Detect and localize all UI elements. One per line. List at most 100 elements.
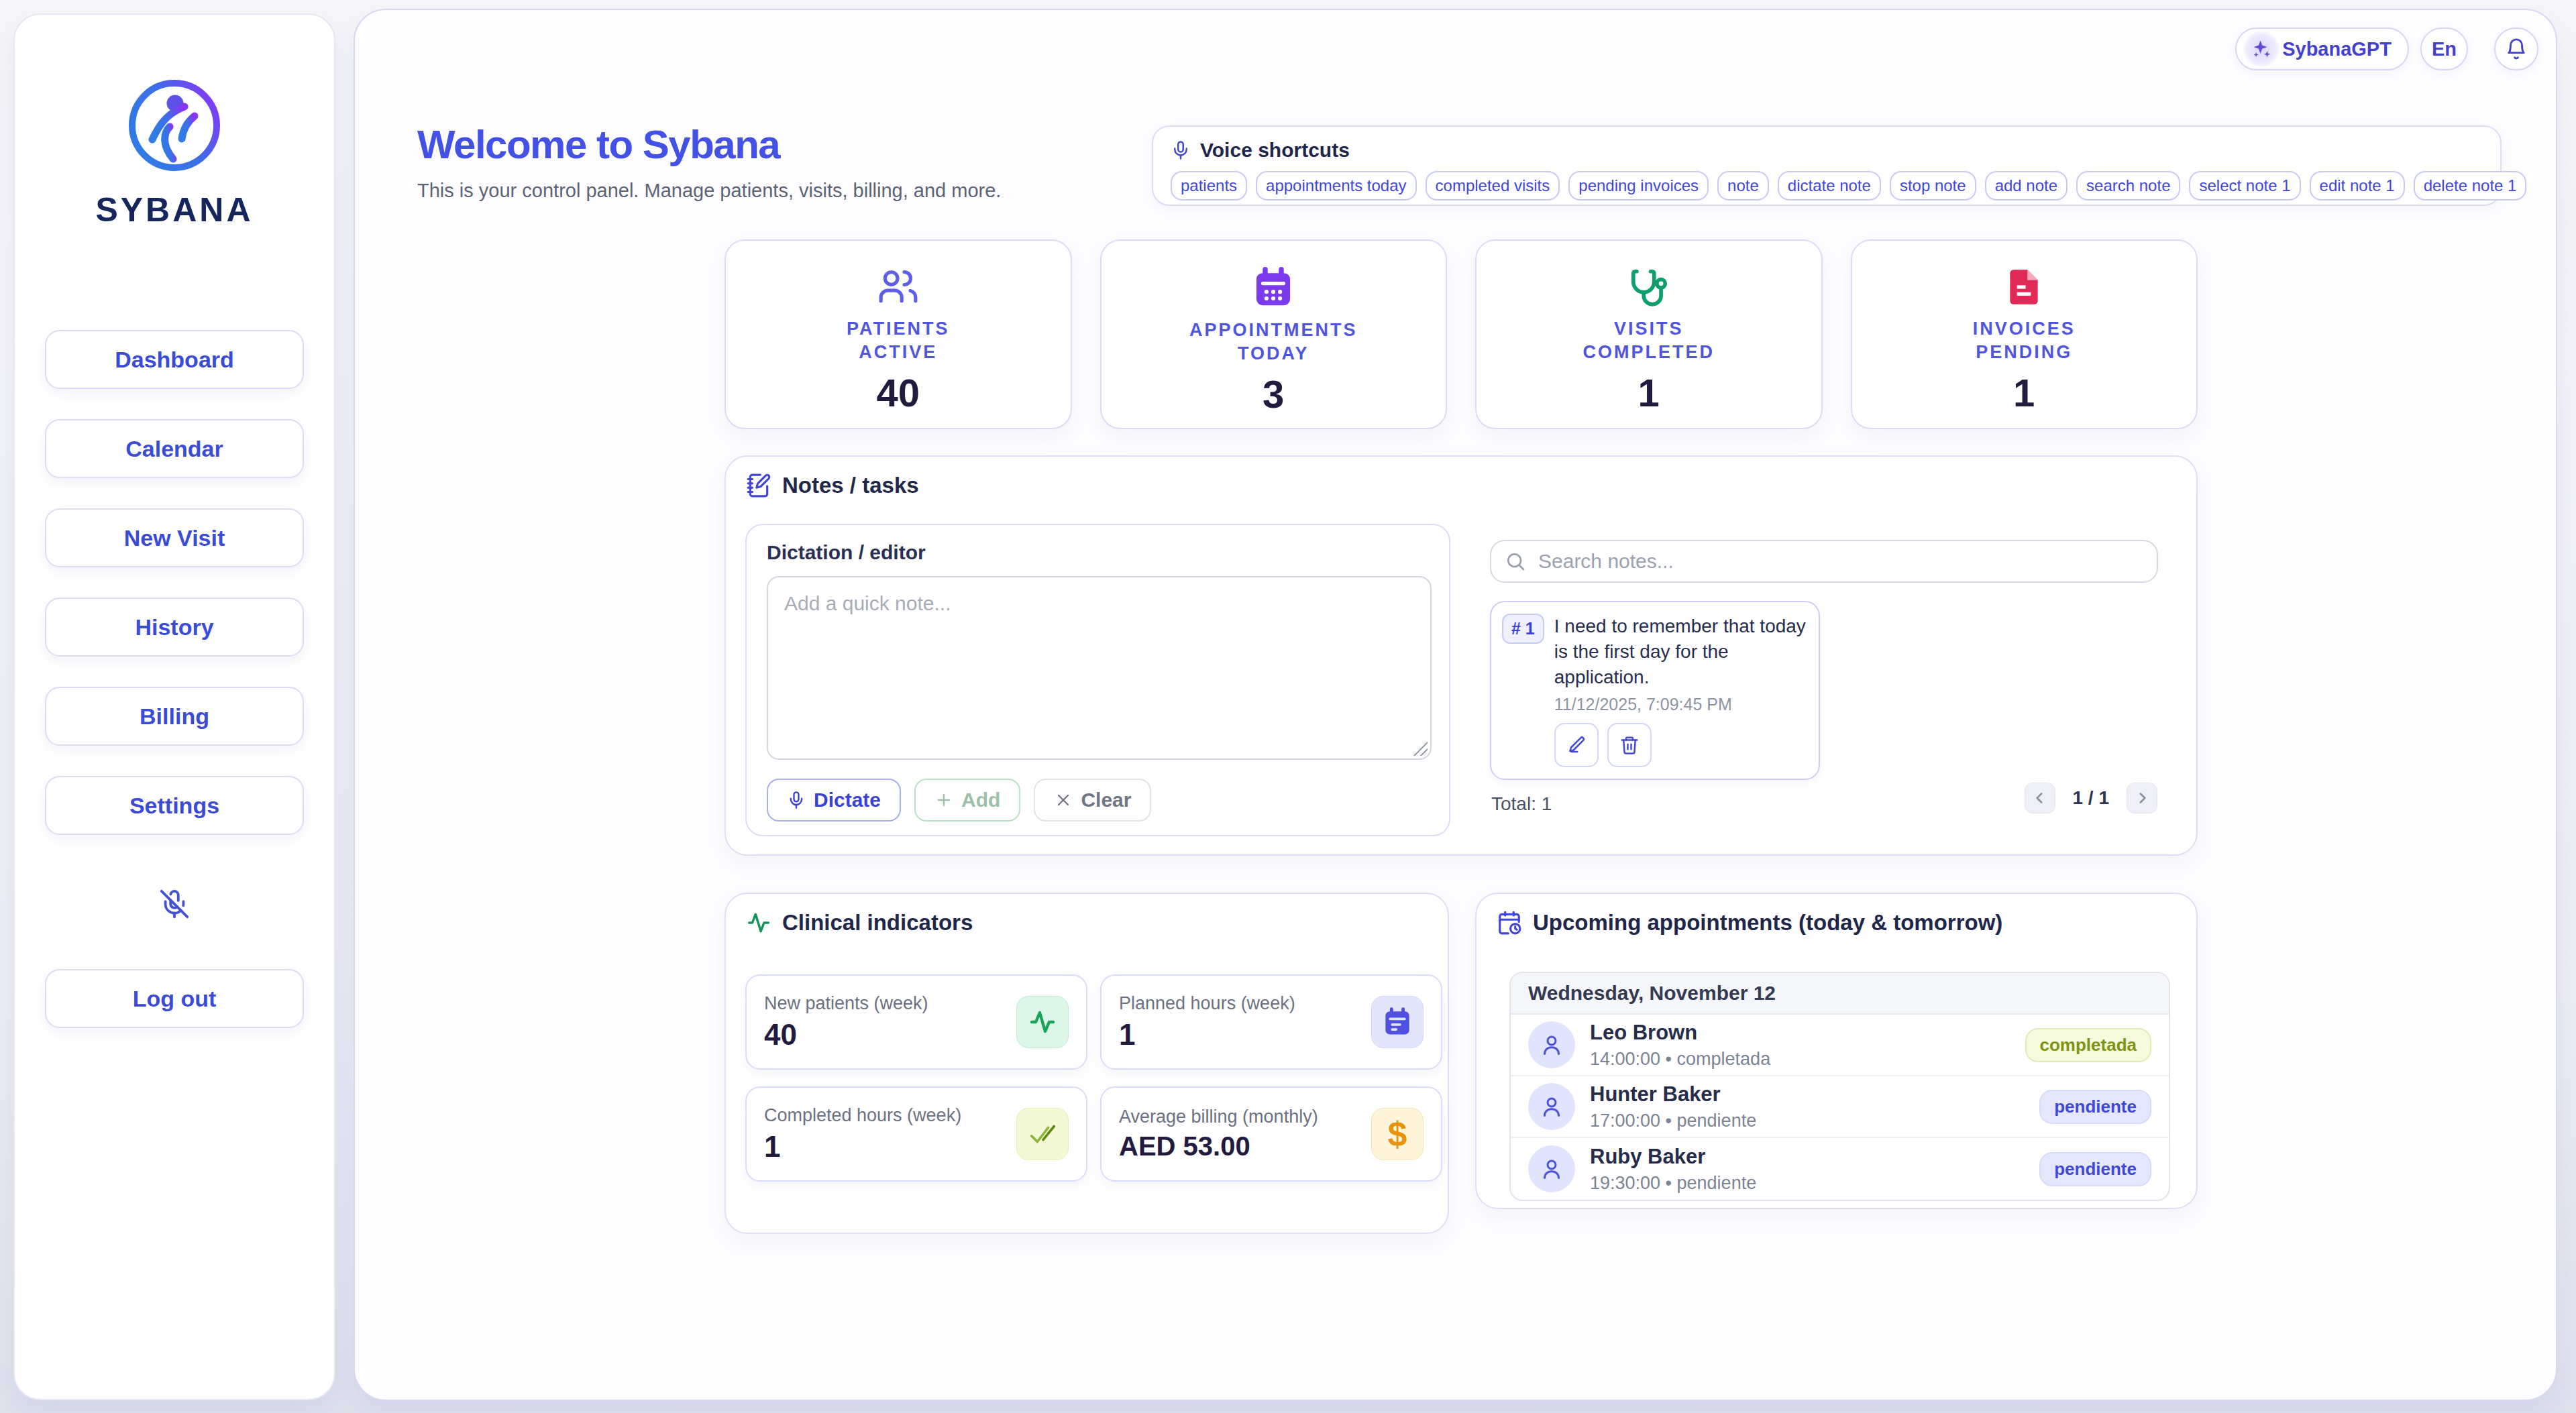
mic-off-icon[interactable] <box>159 889 190 919</box>
welcome-header: Welcome to Sybana This is your control p… <box>417 121 1001 202</box>
notebook-pen-icon <box>746 473 771 498</box>
activity-icon <box>746 910 771 936</box>
person-icon <box>1540 1094 1564 1119</box>
logout-button[interactable]: Log out <box>45 969 304 1028</box>
calendar-icon <box>1382 1007 1413 1037</box>
patient-name: Leo Brown <box>1590 1021 1697 1044</box>
sidebar-nav: Dashboard Calendar New Visit History Bil… <box>45 330 304 835</box>
notes-pagination: 1 / 1 <box>2025 783 2157 813</box>
delete-note-button[interactable] <box>1607 723 1652 767</box>
prev-page-button[interactable] <box>2025 783 2055 813</box>
notes-search <box>1490 540 2158 583</box>
activity-icon <box>1026 1006 1059 1038</box>
sybanagpt-button[interactable]: SybanaGPT <box>2235 27 2409 70</box>
edit-note-button[interactable] <box>1554 723 1599 767</box>
voice-shortcuts-card: Voice shortcuts patients appointments tod… <box>1152 125 2502 206</box>
clinical-indicators-section: Clinical indicators New patients (week) … <box>724 893 1449 1234</box>
stat-visits-completed: Visitscompleted 1 <box>1475 239 1823 429</box>
search-notes-input[interactable] <box>1490 540 2158 583</box>
average-billing-value: AED 53.00 <box>1119 1131 1318 1162</box>
indicator-new-patients: New patients (week) 40 <box>745 974 1087 1070</box>
appointments-day-header: Wednesday, November 12 <box>1511 973 2169 1015</box>
voice-shortcut-chip[interactable]: dictate note <box>1778 171 1881 201</box>
voice-shortcut-chip[interactable]: note <box>1717 171 1769 201</box>
page-indicator: 1 / 1 <box>2073 787 2109 809</box>
plus-icon <box>934 791 953 809</box>
voice-shortcut-chip[interactable]: stop note <box>1890 171 1976 201</box>
appointment-row[interactable]: Ruby Baker 19:30:00 • pendiente pendient… <box>1511 1138 2169 1200</box>
appointment-meta: 19:30:00 • pendiente <box>1590 1173 2025 1194</box>
status-badge: pendiente <box>2039 1090 2151 1124</box>
voice-shortcut-chip[interactable]: search note <box>2076 171 2180 201</box>
next-page-button[interactable] <box>2127 783 2157 813</box>
visits-completed-value: 1 <box>1638 370 1660 415</box>
voice-shortcut-chip[interactable]: completed visits <box>1426 171 1560 201</box>
clear-note-button[interactable]: Clear <box>1034 779 1151 822</box>
double-check-icon <box>1027 1119 1058 1149</box>
note-text: I need to remember that today is the fir… <box>1554 614 1808 690</box>
sidebar-item-calendar[interactable]: Calendar <box>45 419 304 478</box>
appointment-meta: 14:00:00 • completada <box>1590 1049 2010 1070</box>
avatar <box>1528 1021 1575 1068</box>
stat-invoices-pending: Invoicespending 1 <box>1851 239 2198 429</box>
sidebar: SYBANA Dashboard Calendar New Visit Hist… <box>13 13 335 1400</box>
voice-shortcut-chip[interactable]: edit note 1 <box>2310 171 2405 201</box>
quick-note-textarea[interactable] <box>767 576 1432 760</box>
dictate-button[interactable]: Dictate <box>767 779 901 822</box>
appointment-meta: 17:00:00 • pendiente <box>1590 1111 2025 1131</box>
upcoming-appointments-section: Upcoming appointments (today & tomorrow)… <box>1475 893 2198 1209</box>
calendar-clock-icon <box>1497 910 1522 936</box>
sidebar-item-history[interactable]: History <box>45 598 304 657</box>
avatar <box>1528 1145 1575 1192</box>
sybanagpt-label: SybanaGPT <box>2282 38 2392 60</box>
appointments-list: Wednesday, November 12 Leo Brown 14:00:0… <box>1509 972 2170 1201</box>
appointment-row[interactable]: Leo Brown 14:00:00 • completada completa… <box>1511 1015 2169 1076</box>
voice-shortcut-chip[interactable]: select note 1 <box>2189 171 2300 201</box>
indicator-completed-hours: Completed hours (week) 1 <box>745 1086 1087 1182</box>
stethoscope-icon <box>1628 266 1670 308</box>
note-timestamp: 11/12/2025, 7:09:45 PM <box>1554 695 1808 714</box>
sidebar-item-billing[interactable]: Billing <box>45 687 304 746</box>
person-icon <box>1540 1157 1564 1181</box>
status-badge: pendiente <box>2039 1152 2151 1186</box>
voice-shortcut-chip[interactable]: appointments today <box>1256 171 1416 201</box>
stat-cards: Patientsactive 40 Appointmentstoday 3 Vi… <box>724 239 2198 429</box>
microphone-icon <box>1171 140 1191 160</box>
patients-active-value: 40 <box>876 370 920 415</box>
voice-shortcuts-title: Voice shortcuts <box>1200 139 1350 162</box>
sidebar-item-dashboard[interactable]: Dashboard <box>45 330 304 389</box>
chevron-left-icon <box>2031 789 2049 807</box>
textarea-resize-handle[interactable] <box>1413 741 1428 756</box>
invoices-pending-value: 1 <box>2013 370 2035 415</box>
add-note-button[interactable]: Add <box>914 779 1020 822</box>
sybana-logo-icon <box>124 75 225 176</box>
new-patients-value: 40 <box>764 1018 928 1052</box>
voice-shortcut-chip[interactable]: delete note 1 <box>2414 171 2527 201</box>
notifications-button[interactable] <box>2494 27 2538 70</box>
voice-shortcut-chip[interactable]: add note <box>1985 171 2068 201</box>
appointment-row[interactable]: Hunter Baker 17:00:00 • pendiente pendie… <box>1511 1076 2169 1138</box>
sidebar-item-settings[interactable]: Settings <box>45 776 304 835</box>
language-button[interactable]: En <box>2420 27 2468 70</box>
patient-name: Hunter Baker <box>1590 1082 1721 1106</box>
planned-hours-value: 1 <box>1119 1018 1295 1052</box>
patient-name: Ruby Baker <box>1590 1145 1705 1168</box>
main-panel: SybanaGPT En Welcome to Sybana This is y… <box>354 9 2557 1401</box>
upcoming-appointments-title: Upcoming appointments (today & tomorrow) <box>1533 910 2002 936</box>
pencil-icon <box>1566 735 1587 755</box>
calendar-icon <box>1252 266 1295 309</box>
invoice-icon <box>2003 266 2045 308</box>
voice-shortcut-chip[interactable]: patients <box>1171 171 1247 201</box>
status-badge: completada <box>2025 1028 2152 1062</box>
sidebar-item-new-visit[interactable]: New Visit <box>45 508 304 567</box>
stat-patients-active: Patientsactive 40 <box>724 239 1072 429</box>
dollar-icon: $ <box>1388 1114 1407 1154</box>
dictation-editor-label: Dictation / editor <box>767 541 926 564</box>
topbar: SybanaGPT En <box>2235 27 2538 70</box>
stat-appointments-today: Appointmentstoday 3 <box>1100 239 1448 429</box>
voice-shortcut-chip[interactable]: pending invoices <box>1568 171 1709 201</box>
dictation-editor-card: Dictation / editor Dictate Add Clear <box>745 524 1450 836</box>
sparkles-icon <box>2243 31 2279 67</box>
person-icon <box>1540 1033 1564 1057</box>
brand-name: SYBANA <box>95 190 253 229</box>
